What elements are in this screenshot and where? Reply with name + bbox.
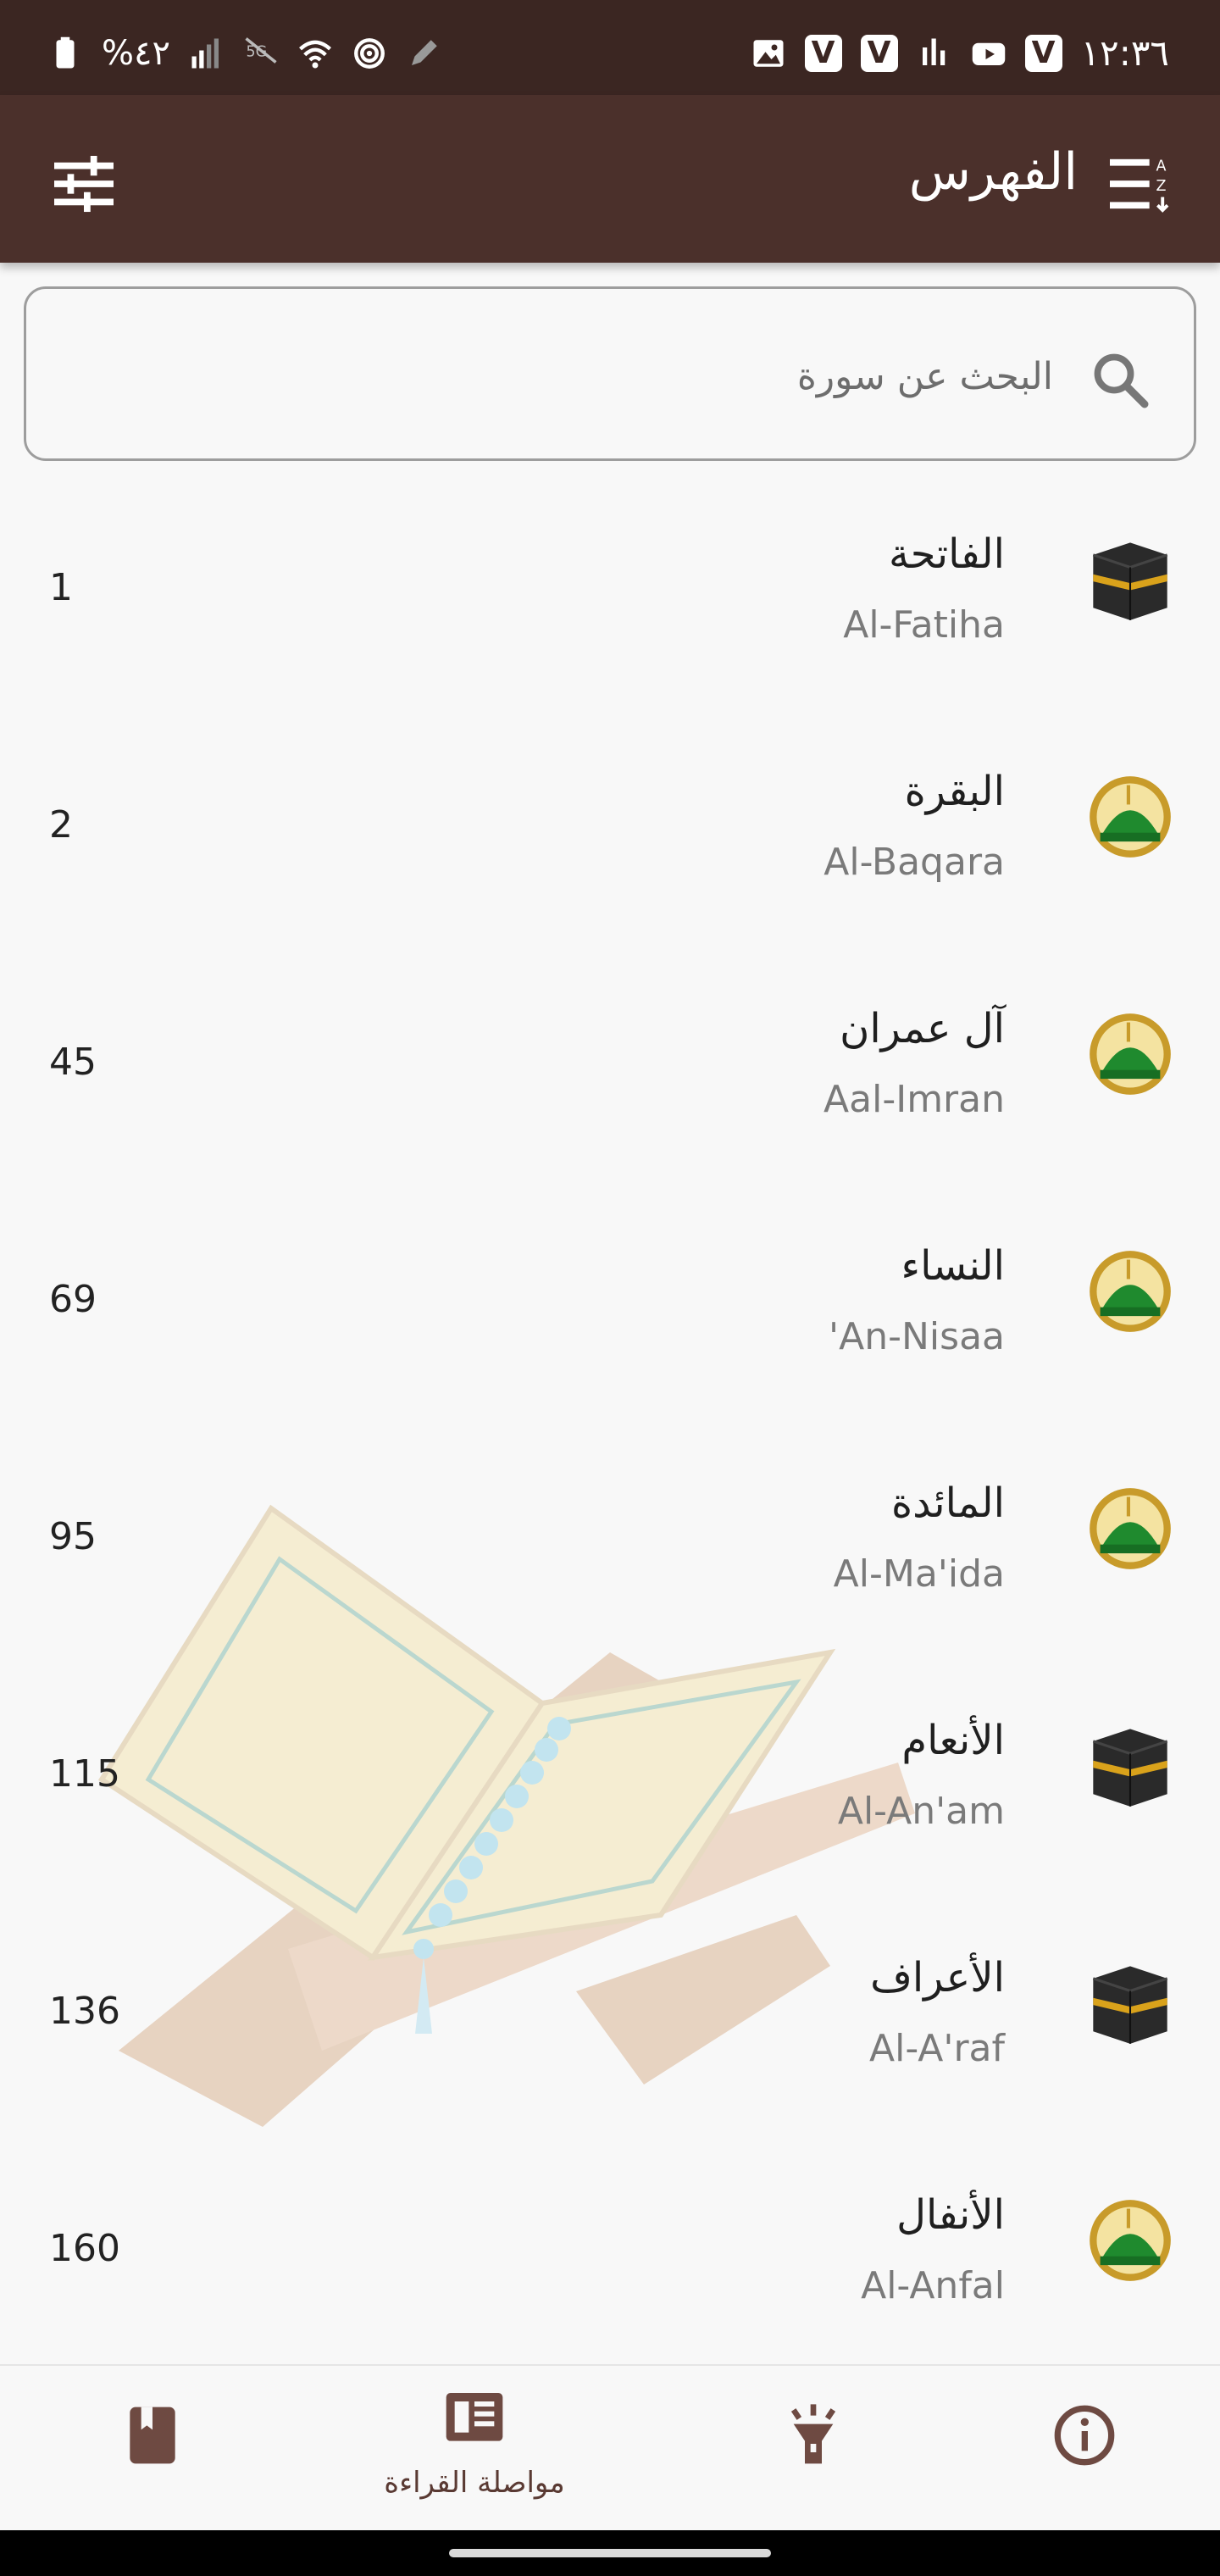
home-gesture-handle[interactable] <box>449 2549 771 2557</box>
page-title: الفهرس <box>908 142 1078 202</box>
kaaba-icon <box>1092 1966 1168 2044</box>
v-notification-icon: V <box>1024 34 1062 72</box>
list-index-icon[interactable]: A Z <box>1106 154 1173 214</box>
surah-name-english: Al-Anfal <box>861 2264 1005 2307</box>
signal-icon <box>191 38 219 69</box>
surah-name-arabic: النساء <box>901 1242 1005 1290</box>
status-right: V V V ١٢:٣٦ <box>751 32 1169 74</box>
surah-name-arabic: الفاتحة <box>889 530 1005 578</box>
tune-icon[interactable] <box>51 154 117 214</box>
battery-icon <box>56 36 75 69</box>
nav-info[interactable] <box>932 2366 1220 2532</box>
open-book-icon <box>446 2393 503 2441</box>
audio-bars-icon <box>922 38 945 65</box>
list-item[interactable]: 136 الأعراف Al-A'raf <box>0 1898 1220 2135</box>
search-box[interactable] <box>24 286 1196 461</box>
status-time: ١٢:٣٦ <box>1080 32 1169 74</box>
surah-page-number: 136 <box>49 1990 120 2033</box>
surah-name-english: Al-Baqara <box>824 841 1005 884</box>
surah-page-number: 2 <box>49 803 73 847</box>
list-item[interactable]: 95 المائدة Al-Ma'ida <box>0 1424 1220 1661</box>
nav-torch[interactable] <box>661 2366 966 2532</box>
status-bar: %٤٢ 5G V V V ١٢:٣٦ <box>0 0 1220 95</box>
status-left: %٤٢ 5G <box>47 34 441 73</box>
surah-name-arabic: الأنعام <box>901 1717 1005 1764</box>
kaaba-icon <box>1092 542 1168 620</box>
v-notification-icon: V <box>860 34 898 72</box>
list-item[interactable]: 69 النساء 'An-Nisaa <box>0 1186 1220 1424</box>
flashlight-icon <box>790 2404 836 2464</box>
surah-page-number: 69 <box>49 1278 97 1321</box>
madina-mosque-icon <box>1090 1251 1171 1332</box>
svg-text:A: A <box>1156 158 1166 175</box>
surah-name-english: Al-An'am <box>837 1790 1005 1833</box>
bookmark-book-icon <box>130 2407 175 2464</box>
info-icon <box>1054 2405 1115 2466</box>
list-item[interactable]: 45 آل عمران Aal-Imran <box>0 949 1220 1186</box>
image-notification-icon <box>753 39 784 67</box>
surah-name-english: Al-Fatiha <box>843 603 1005 647</box>
v-notification-icon: V <box>804 34 842 72</box>
battery-percent: %٤٢ <box>102 34 170 73</box>
madina-mosque-icon <box>1090 776 1171 858</box>
surah-name-arabic: الأنفال <box>896 2191 1005 2239</box>
surah-name-english: Al-A'raf <box>869 2027 1005 2070</box>
nav-continue-reading-label: مواصلة القراءة <box>384 2466 565 2500</box>
surah-page-number: 95 <box>49 1515 97 1558</box>
nav-bookmark[interactable] <box>0 2366 305 2532</box>
surah-name-arabic: الأعراف <box>870 1954 1005 2001</box>
surah-page-number: 1 <box>49 566 73 609</box>
list-item[interactable]: 2 البقرة Al-Baqara <box>0 712 1220 949</box>
list-item[interactable]: 160 الأنفال Al-Anfal <box>0 2135 1220 2373</box>
no-data-icon: 5G <box>245 37 277 64</box>
surah-name-english: Aal-Imran <box>824 1078 1005 1121</box>
madina-mosque-icon <box>1090 2200 1171 2281</box>
surah-name-arabic: المائدة <box>890 1480 1005 1527</box>
madina-mosque-icon <box>1090 1488 1171 1569</box>
surah-page-number: 160 <box>49 2227 120 2270</box>
search-input[interactable] <box>291 338 1053 414</box>
youtube-icon <box>972 42 1005 65</box>
system-navigation-bar <box>0 2530 1220 2576</box>
nav-continue-reading[interactable]: مواصلة القراءة <box>322 2366 627 2532</box>
surah-name-english: 'An-Nisaa <box>829 1315 1005 1358</box>
kaaba-icon <box>1092 1729 1168 1807</box>
list-item[interactable]: 115 الأنعام Al-An'am <box>0 1661 1220 1898</box>
bottom-navigation: مواصلة القراءة <box>0 2364 1220 2530</box>
surah-page-number: 115 <box>49 1752 120 1796</box>
madina-mosque-icon <box>1090 1013 1171 1095</box>
search-icon[interactable] <box>1089 348 1150 409</box>
wifi-icon <box>299 40 331 69</box>
pencil-icon <box>411 40 437 65</box>
surah-name-arabic: آل عمران <box>840 1005 1005 1052</box>
surah-name-english: Al-Ma'ida <box>833 1552 1005 1596</box>
surah-page-number: 45 <box>49 1041 97 1084</box>
app-bar: A Z الفهرس <box>0 95 1220 263</box>
list-item[interactable]: 1 الفاتحة Al-Fatiha <box>0 475 1220 712</box>
surah-name-arabic: البقرة <box>904 768 1005 815</box>
svg-text:Z: Z <box>1156 178 1166 195</box>
hotspot-icon <box>354 38 385 69</box>
